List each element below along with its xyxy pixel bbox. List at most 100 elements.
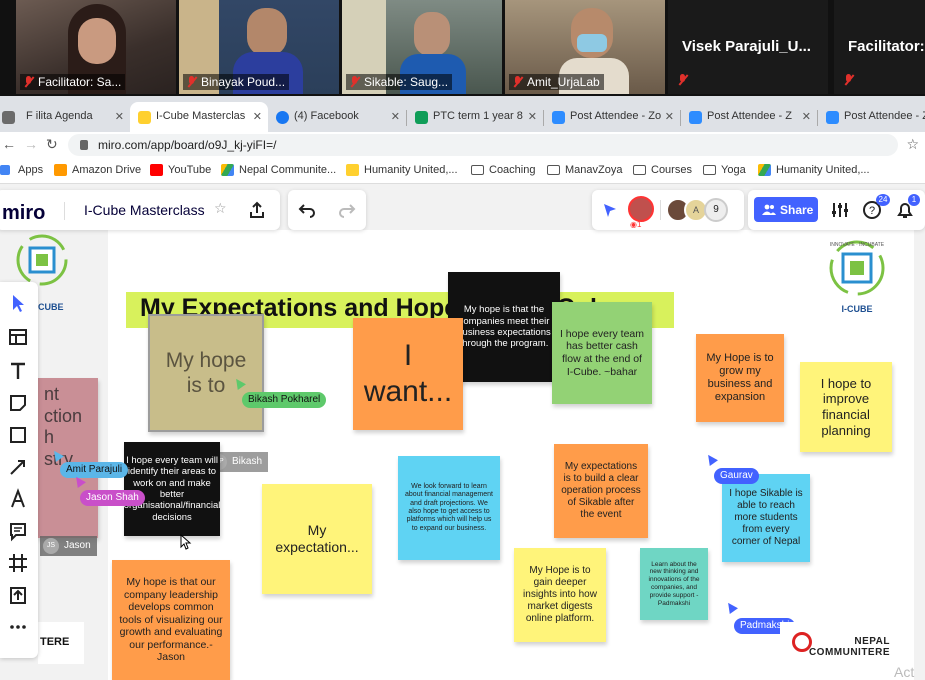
browser-tab[interactable]: PTC term 1 year 8 ✕ <box>407 102 543 132</box>
select-cursor-icon[interactable] <box>7 292 29 314</box>
sticky-note-icon[interactable] <box>7 392 29 414</box>
sticky-note[interactable]: nt ction h stry <box>38 378 98 538</box>
sticky-note[interactable]: I want... <box>353 318 463 430</box>
online-count[interactable]: 9 <box>704 198 728 222</box>
sticky-note[interactable]: I hope every team has better cash flow a… <box>552 302 652 404</box>
close-tab-icon[interactable]: ✕ <box>391 110 400 123</box>
sticky-note[interactable]: My expectation... <box>262 484 372 594</box>
share-button[interactable]: Share <box>754 197 818 222</box>
bookmark-folder-manavzoya[interactable]: ManavZoya <box>547 164 622 176</box>
left-toolbar <box>0 282 38 658</box>
bookmark-youtube[interactable]: YouTube <box>150 164 211 176</box>
close-tab-icon[interactable]: ✕ <box>802 110 811 123</box>
comment-icon[interactable] <box>7 520 29 542</box>
bookmark-humanity-united-2[interactable]: Humanity United,... <box>758 164 870 176</box>
cursor-label: Gaurav <box>714 468 759 484</box>
sticky-note[interactable]: Learn about the new thinking and innovat… <box>640 548 708 620</box>
sticky-note[interactable]: My Hope is to grow my business and expan… <box>696 334 784 422</box>
mic-muted-icon <box>186 76 197 88</box>
sheets-favicon-icon <box>415 111 428 124</box>
mic-muted-icon <box>349 76 360 88</box>
participant-tile[interactable]: Facilitator: <box>834 0 925 94</box>
connection-line-icon[interactable] <box>7 456 29 478</box>
avatar: JS <box>43 538 59 554</box>
back-arrow-icon[interactable]: ← <box>2 136 16 152</box>
bookmark-label: Courses <box>651 164 692 176</box>
close-tab-icon[interactable]: ✕ <box>253 110 262 123</box>
tab-label: PTC term 1 year 8 <box>433 110 523 122</box>
sticky-note[interactable]: I hope every team will identify their ar… <box>124 442 220 536</box>
star-icon[interactable]: ☆ <box>214 200 227 217</box>
sticky-note[interactable]: My hope is that the companies meet their… <box>448 272 560 382</box>
forward-arrow-icon[interactable]: → <box>24 136 38 152</box>
sticky-note[interactable]: I hope Sikable is able to reach more stu… <box>722 474 810 562</box>
collaborators-panel: ◉1 A 9 <box>592 190 744 230</box>
address-bar: ← → ↻ miro.com/app/board/o9J_kj-yiFI=/ ☆ <box>0 132 925 158</box>
browser-tab[interactable]: F ilita Agenda ✕ <box>0 102 130 132</box>
bookmark-humanity-united[interactable]: Humanity United,... <box>346 164 458 176</box>
sticky-note[interactable]: My hope is that our company leadership d… <box>112 560 230 680</box>
upload-icon[interactable] <box>7 584 29 606</box>
zoom-favicon-icon <box>552 111 565 124</box>
browser-tab[interactable]: (4) Facebook ✕ <box>268 102 406 132</box>
bookmark-label: Yoga <box>721 164 746 176</box>
browser-tab-bar: F ilita Agenda ✕ I-Cube Masterclas ✕ (4)… <box>0 96 925 132</box>
participant-name: Sikable: Saug... <box>346 74 453 90</box>
pen-tool-icon[interactable] <box>7 488 29 510</box>
participant-tile[interactable]: Amit_UrjaLab <box>505 0 665 94</box>
bookmark-folder-yoga[interactable]: Yoga <box>703 164 746 176</box>
participant-tile[interactable]: Visek Parajuli_U... <box>668 0 828 94</box>
templates-icon[interactable] <box>7 326 29 348</box>
follow-cursor-icon[interactable] <box>602 202 620 218</box>
cursor-label: Jason Shah <box>80 490 145 506</box>
undo-icon[interactable] <box>298 202 316 218</box>
browser-tab[interactable]: Post Attendee - Z ✕ <box>681 102 817 132</box>
undo-redo-panel <box>288 190 366 230</box>
sticky-note[interactable]: My Hope is to gain deeper insights into … <box>514 548 606 642</box>
sticky-note[interactable]: We look forward to learn about financial… <box>398 456 500 560</box>
participant-tile[interactable]: Facilitator: Sa... <box>16 0 176 94</box>
participant-tile[interactable]: Binayak Poud... <box>179 0 339 94</box>
browser-tab-active[interactable]: I-Cube Masterclas ✕ <box>130 102 268 132</box>
redo-icon[interactable] <box>338 202 356 218</box>
activate-windows-text: Act <box>894 664 915 680</box>
bookmark-folder-coaching[interactable]: Coaching <box>471 164 535 176</box>
settings-sliders-icon[interactable] <box>830 201 850 219</box>
miro-favicon-icon <box>138 111 151 124</box>
youtube-icon <box>150 164 163 176</box>
close-tab-icon[interactable]: ✕ <box>528 110 537 123</box>
cursor-label: Amit Parajuli <box>60 462 129 478</box>
bookmark-amazon-drive[interactable]: Amazon Drive <box>54 164 141 176</box>
bookmark-nepal-communitere[interactable]: Nepal Communite... <box>221 164 336 176</box>
bookmark-folder-courses[interactable]: Courses <box>633 164 692 176</box>
text-tool-icon[interactable] <box>7 360 29 382</box>
miro-logo[interactable]: miro <box>2 202 45 225</box>
folder-icon <box>547 165 560 175</box>
more-tools-icon[interactable] <box>7 616 29 638</box>
sticky-note[interactable]: My hope is to <box>148 314 264 432</box>
url-field[interactable]: miro.com/app/board/o9J_kj-yiFI=/ <box>68 134 898 156</box>
sticky-note[interactable]: I hope to improve financial planning <box>800 362 892 452</box>
browser-tab[interactable]: Post Attendee - Zo ✕ <box>544 102 680 132</box>
reload-icon[interactable]: ↻ <box>46 136 58 153</box>
board-title[interactable]: I-Cube Masterclass <box>84 202 205 218</box>
bookmark-label: ManavZoya <box>565 164 623 176</box>
logo-text: CUBE <box>38 302 64 312</box>
participant-name: Facilitator: <box>848 38 925 55</box>
frame-tool-icon[interactable] <box>7 552 29 574</box>
bookmark-star-icon[interactable]: ☆ <box>906 136 919 153</box>
export-upload-icon[interactable] <box>248 201 266 219</box>
bookmark-apps[interactable]: Apps <box>0 164 43 176</box>
sticky-note[interactable]: My expectations is to build a clear oper… <box>554 444 648 538</box>
users-icon <box>762 204 776 215</box>
close-tab-icon[interactable]: ✕ <box>665 110 674 123</box>
shape-tool-icon[interactable] <box>7 424 29 446</box>
browser-tab[interactable]: Post Attendee - Z <box>818 102 925 132</box>
board-canvas[interactable]: nt ction h stry JS Jason CUBE My Expectat… <box>0 230 925 680</box>
mouse-pointer-icon <box>180 534 192 550</box>
cursor-label: Bikash Pokharel <box>242 392 327 408</box>
close-tab-icon[interactable]: ✕ <box>115 110 124 123</box>
bookmark-label: Humanity United,... <box>776 164 870 176</box>
participant-tile[interactable]: Sikable: Saug... <box>342 0 502 94</box>
avatar[interactable] <box>628 196 654 222</box>
